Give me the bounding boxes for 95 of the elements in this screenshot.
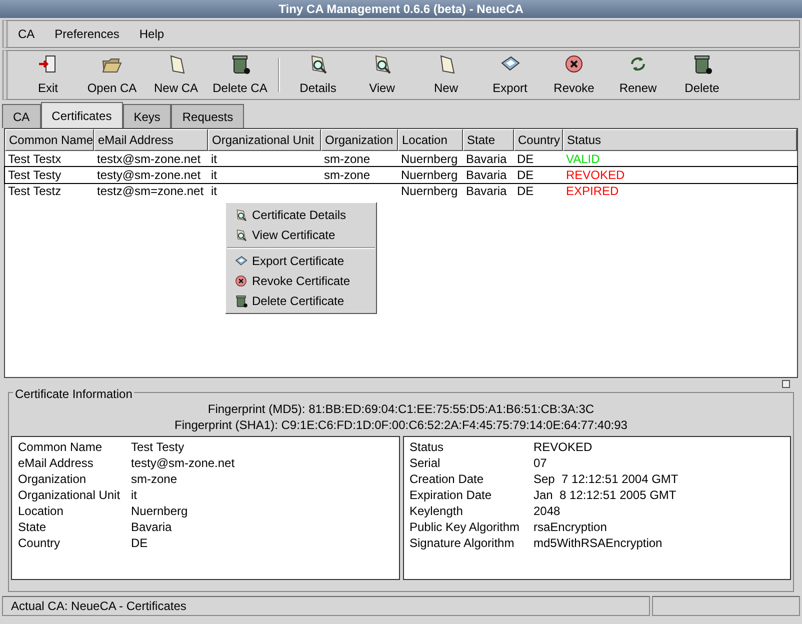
field-value: Test Testy: [131, 439, 184, 455]
toolbar-button[interactable]: Revoke: [542, 51, 606, 99]
column-header[interactable]: Location: [398, 129, 463, 151]
table-cell: Test Testy: [8, 168, 62, 182]
table-cell: testz@sm=zone.net: [97, 184, 204, 198]
field-value: Jan 8 12:12:51 2005 GMT: [534, 487, 676, 503]
field-label: Organization: [18, 471, 88, 487]
menu-item[interactable]: Export Certificate: [226, 251, 376, 271]
column-header[interactable]: Status: [563, 129, 797, 151]
table-cell: Test Testx: [8, 152, 62, 166]
table-cell: DE: [517, 152, 534, 166]
field-label: Signature Algorithm: [410, 535, 516, 551]
toolbar-button[interactable]: Renew: [606, 51, 670, 99]
field-value: DE: [131, 535, 148, 551]
column-header[interactable]: Country: [514, 129, 563, 151]
column-header[interactable]: State: [463, 129, 514, 151]
column-header[interactable]: Organization: [321, 129, 398, 151]
field-value: 07: [534, 455, 547, 471]
fingerprint-text: Fingerprint (MD5): 81:BB:ED:69:04:C1:EE:75:55:D5:A1:B6:51:CB:3A:3C: [206, 401, 596, 417]
cross-circle-icon: [563, 53, 585, 75]
splitter-handle[interactable]: [782, 380, 790, 388]
fingerprint-text: Fingerprint (SHA1): C9:1E:C6:FD:1D:0F:00:C6:52:2A:F4:45:75:79:14:0E:64:77:40:93: [174, 417, 628, 433]
column-header[interactable]: Common Name: [5, 129, 94, 151]
table-cell: Test Testz: [8, 184, 62, 198]
menu-item[interactable]: Certificate Details: [226, 205, 376, 225]
menu-item[interactable]: Delete Certificate: [226, 291, 376, 311]
table-cell: Nuernberg: [401, 168, 458, 182]
field-value: rsaEncryption: [534, 519, 607, 535]
table-cell: it: [211, 168, 217, 182]
menu-item[interactable]: Help: [129, 21, 174, 47]
field-label: Keylength: [410, 503, 464, 519]
field-value: Sep 7 12:12:51 2004 GMT: [534, 471, 678, 487]
toolbar-button[interactable]: Delete CA: [208, 51, 272, 99]
tab[interactable]: Requests: [171, 104, 244, 128]
tab[interactable]: CA: [2, 104, 41, 128]
table-cell: DE: [517, 184, 534, 198]
status-text: Actual CA: NeueCA - Certificates: [11, 599, 186, 613]
toolbar-button[interactable]: Open CA: [80, 51, 144, 99]
tab[interactable]: Certificates: [40, 102, 123, 128]
table-cell: Bavaria: [466, 168, 507, 182]
table-cell: Bavaria: [466, 152, 507, 166]
status-text: EXPIRED: [566, 184, 619, 198]
menu-item[interactable]: Revoke Certificate: [226, 271, 376, 291]
field-label: Country: [18, 535, 62, 551]
menu-item[interactable]: CA: [8, 21, 45, 47]
toolbar-button[interactable]: New: [414, 51, 478, 99]
field-label: Common Name: [18, 439, 104, 455]
field-label: Serial: [410, 455, 442, 471]
trash-can-icon: [234, 294, 248, 308]
field-label: Creation Date: [410, 471, 485, 487]
table-cell: Nuernberg: [401, 152, 458, 166]
field-label: eMail Address: [18, 455, 94, 471]
field-label: Location: [18, 503, 64, 519]
field-value: 2048: [534, 503, 560, 519]
toolbar-button[interactable]: Exit: [16, 51, 80, 99]
field-value: Nuernberg: [131, 503, 188, 519]
table-cell: DE: [517, 168, 534, 182]
column-header[interactable]: eMail Address: [94, 129, 208, 151]
table-cell: Bavaria: [466, 184, 507, 198]
table-row[interactable]: Test Testz testz@sm=zone.net it Nuernberg Bavaria DE EXPIRED: [5, 183, 797, 199]
status-text: VALID: [566, 152, 600, 166]
window-title: Tiny CA Management 0.6.6 (beta) - NeueCA: [278, 1, 524, 18]
table-cell: it: [211, 152, 217, 166]
table-cell: sm-zone: [324, 168, 370, 182]
table-row[interactable]: Test Testx testx@sm-zone.net it sm-zone Nuernberg Bavaria DE VALID: [5, 151, 797, 167]
column-header[interactable]: Organizational Unit: [208, 129, 321, 151]
field-label: Status: [410, 439, 445, 455]
table-cell: testx@sm-zone.net: [97, 152, 201, 166]
magnifier-icon: [234, 208, 248, 222]
table-cell: sm-zone: [324, 152, 370, 166]
magnifier-icon: [234, 228, 248, 242]
toolbar-button[interactable]: Export: [478, 51, 542, 99]
field-value: md5WithRSAEncryption: [534, 535, 662, 551]
field-value: REVOKED: [534, 439, 592, 455]
toolbar-button[interactable]: New CA: [144, 51, 208, 99]
menu-item[interactable]: View Certificate: [226, 225, 376, 245]
field-label: Expiration Date: [410, 487, 493, 503]
status-text: REVOKED: [566, 168, 625, 182]
table-cell: it: [211, 184, 217, 198]
cross-circle-icon: [234, 274, 248, 288]
toolbar-button[interactable]: Details: [286, 51, 350, 99]
menu-item[interactable]: Preferences: [44, 21, 130, 47]
field-value: it: [131, 487, 137, 503]
toolbar-button[interactable]: View: [350, 51, 414, 99]
tab[interactable]: Keys: [122, 104, 172, 128]
field-label: Public Key Algorithm: [410, 519, 521, 535]
table-cell: testy@sm-zone.net: [97, 168, 201, 182]
table-row[interactable]: Test Testy testy@sm-zone.net it sm-zone Nuernberg Bavaria DE REVOKED: [5, 167, 797, 183]
field-value: sm-zone: [131, 471, 178, 487]
field-value: Bavaria: [131, 519, 172, 535]
field-value: testy@sm-zone.net: [131, 455, 235, 471]
table-cell: Nuernberg: [401, 184, 458, 198]
toolbar-button[interactable]: Delete: [670, 51, 734, 99]
field-label: Organizational Unit: [18, 487, 122, 503]
field-label: State: [18, 519, 48, 535]
